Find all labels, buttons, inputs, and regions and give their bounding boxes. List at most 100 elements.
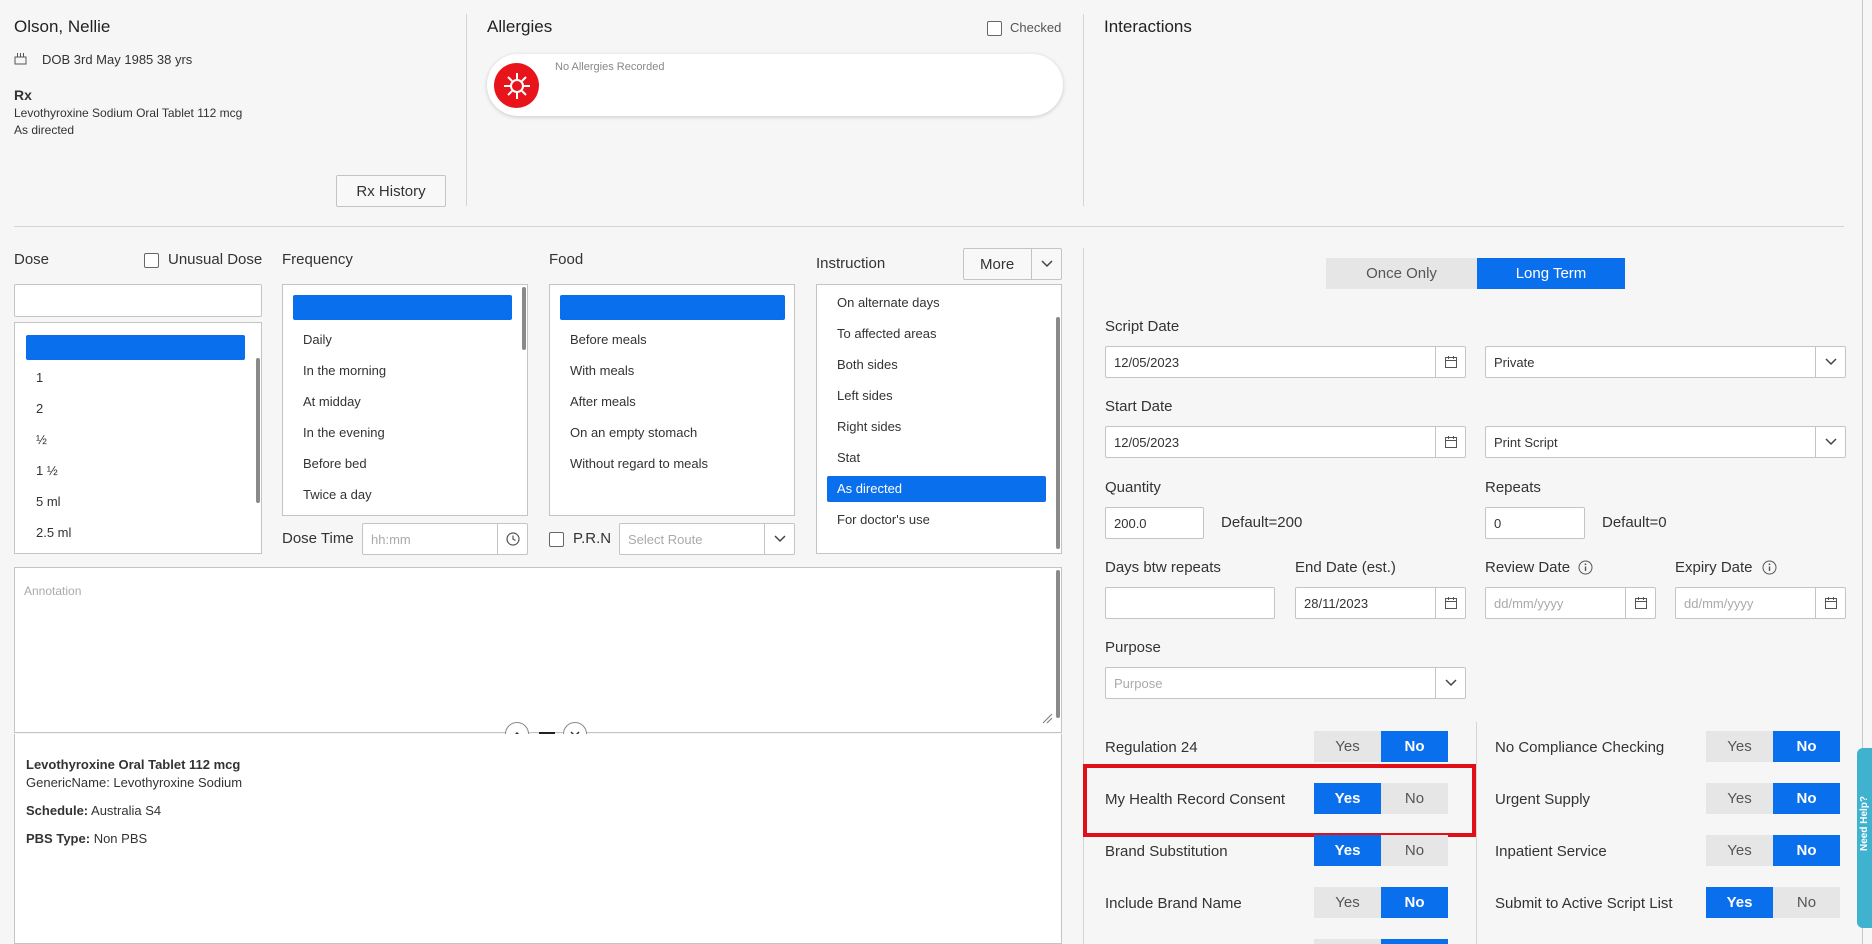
annotation-textarea[interactable]: Annotation [14,567,1062,733]
regulation-24-yes[interactable]: Yes [1314,731,1381,762]
food-item[interactable]: With meals [570,363,634,378]
instruction-item[interactable]: On alternate days [837,295,940,310]
frequency-item[interactable]: At midday [303,394,361,409]
food-item[interactable]: After meals [570,394,636,409]
frequency-item[interactable]: Daily [303,332,332,347]
include-brand-name-yes[interactable]: Yes [1314,887,1381,918]
once-only-button[interactable]: Once Only [1326,258,1477,289]
review-date-input[interactable]: dd/mm/yyyy [1485,587,1656,619]
instruction-item[interactable]: As directed [837,481,902,496]
frequency-label: Frequency [282,251,353,268]
info-icon[interactable] [1762,560,1777,578]
clock-icon[interactable] [497,524,527,554]
dose-item[interactable]: 1 ½ [36,463,58,478]
prn-checkbox[interactable] [549,532,564,547]
dose-scrollbar[interactable] [256,358,260,503]
frequency-scrollbar[interactable] [522,287,526,350]
quantity-default: Default=200 [1221,514,1303,531]
dose-time-input[interactable]: hh:mm [362,523,528,555]
instruction-item[interactable]: Both sides [837,357,898,372]
rx-drug: Levothyroxine Sodium Oral Tablet 112 mcg [14,106,243,120]
payment-type-select[interactable]: Private [1485,346,1846,378]
repeats-input[interactable]: 0 [1485,507,1585,539]
chevron-down-icon[interactable] [1031,249,1061,279]
dose-label: Dose [14,251,50,268]
no-compliance-checking-yes[interactable]: Yes [1706,731,1773,762]
inpatient-service-no[interactable]: No [1773,835,1840,866]
dose-item[interactable]: ½ [36,432,47,447]
calendar-icon[interactable] [1435,347,1465,377]
food-item[interactable]: On an empty stomach [570,425,697,440]
chevron-down-icon[interactable] [764,524,794,554]
dose-item[interactable]: 5 ml [36,494,61,509]
submit-active-script-list-label: Submit to Active Script List [1495,895,1673,912]
inpatient-service-yes[interactable]: Yes [1706,835,1773,866]
days-btw-repeats-input[interactable] [1105,587,1275,619]
calendar-icon[interactable] [1435,427,1465,457]
frequency-item[interactable]: In the morning [303,363,386,378]
calendar-icon[interactable] [1625,588,1655,618]
allergies-checked-label: Checked [1010,20,1062,35]
unusual-dose-checkbox[interactable] [144,253,159,268]
urgent-supply-yes[interactable]: Yes [1706,783,1773,814]
instruction-item[interactable]: Stat [837,450,860,465]
drug-info-name: Levothyroxine Oral Tablet 112 mcg [26,757,241,772]
dose-input[interactable] [14,284,262,317]
urgent-supply-no[interactable]: No [1773,783,1840,814]
purpose-select[interactable]: Purpose [1105,667,1466,699]
food-item[interactable]: Before meals [570,332,647,347]
dose-time-label: Dose Time [282,530,354,547]
dose-item[interactable]: 2.5 ml [36,525,71,540]
instruction-item[interactable]: Right sides [837,419,901,434]
chevron-down-icon[interactable] [1815,427,1845,457]
dose-item[interactable]: 2 [36,401,43,416]
allergy-empty-text: No Allergies Recorded [555,61,665,73]
long-term-button[interactable]: Long Term [1477,258,1625,289]
print-option-select[interactable]: Print Script [1485,426,1846,458]
frequency-item[interactable]: Twice a day [303,487,372,502]
submit-active-script-list-yes[interactable]: Yes [1706,887,1773,918]
instruction-item[interactable]: Left sides [837,388,893,403]
repeats-default: Default=0 [1602,514,1667,531]
brand-substitution-no[interactable]: No [1381,835,1448,866]
patient-dob: DOB 3rd May 1985 38 yrs [42,52,193,67]
annotation-scrollbar[interactable] [1056,570,1060,718]
frequency-item[interactable]: Before bed [303,456,367,471]
allergies-title: Allergies [487,17,553,36]
no-compliance-checking-label: No Compliance Checking [1495,739,1665,756]
calendar-icon[interactable] [1435,588,1465,618]
start-date-input[interactable]: 12/05/2023 [1105,426,1466,458]
route-select[interactable]: Select Route [619,523,795,555]
dose-selected-item[interactable] [26,335,245,360]
chevron-down-icon[interactable] [1815,347,1845,377]
expiry-date-input[interactable]: dd/mm/yyyy [1675,587,1846,619]
dose-item[interactable]: 1 [36,370,43,385]
calendar-icon[interactable] [1815,588,1845,618]
end-date-input[interactable]: 28/11/2023 [1295,587,1466,619]
include-brand-name-no[interactable]: No [1381,887,1448,918]
resize-handle-icon[interactable] [1041,712,1053,724]
allergies-checked-checkbox[interactable] [987,21,1002,36]
instruction-scrollbar[interactable] [1056,317,1060,549]
chevron-down-icon[interactable] [1435,668,1465,698]
more-button[interactable]: More [963,248,1062,280]
rx-directions: As directed [14,123,75,137]
instruction-item[interactable]: To affected areas [837,326,937,341]
submit-active-script-list-no[interactable]: No [1773,887,1840,918]
frequency-item[interactable]: In the evening [303,425,385,440]
quantity-input[interactable]: 200.0 [1105,507,1204,539]
info-icon[interactable] [1578,560,1593,578]
highlight-box [1083,764,1476,837]
rx-history-button[interactable]: Rx History [336,175,446,207]
instruction-item[interactable]: For doctor's use [837,512,930,527]
brand-substitution-yes[interactable]: Yes [1314,835,1381,866]
food-selected-item[interactable] [560,295,785,320]
no-compliance-checking-no[interactable]: No [1773,731,1840,762]
script-date-input[interactable]: 12/05/2023 [1105,346,1466,378]
frequency-selected-item[interactable] [293,295,512,320]
urgent-supply-label: Urgent Supply [1495,791,1591,808]
food-item[interactable]: Without regard to meals [570,456,708,471]
regulation-24-no[interactable]: No [1381,731,1448,762]
need-help-tab[interactable]: Need Help? [1857,748,1872,928]
calendar-icon [14,52,27,68]
